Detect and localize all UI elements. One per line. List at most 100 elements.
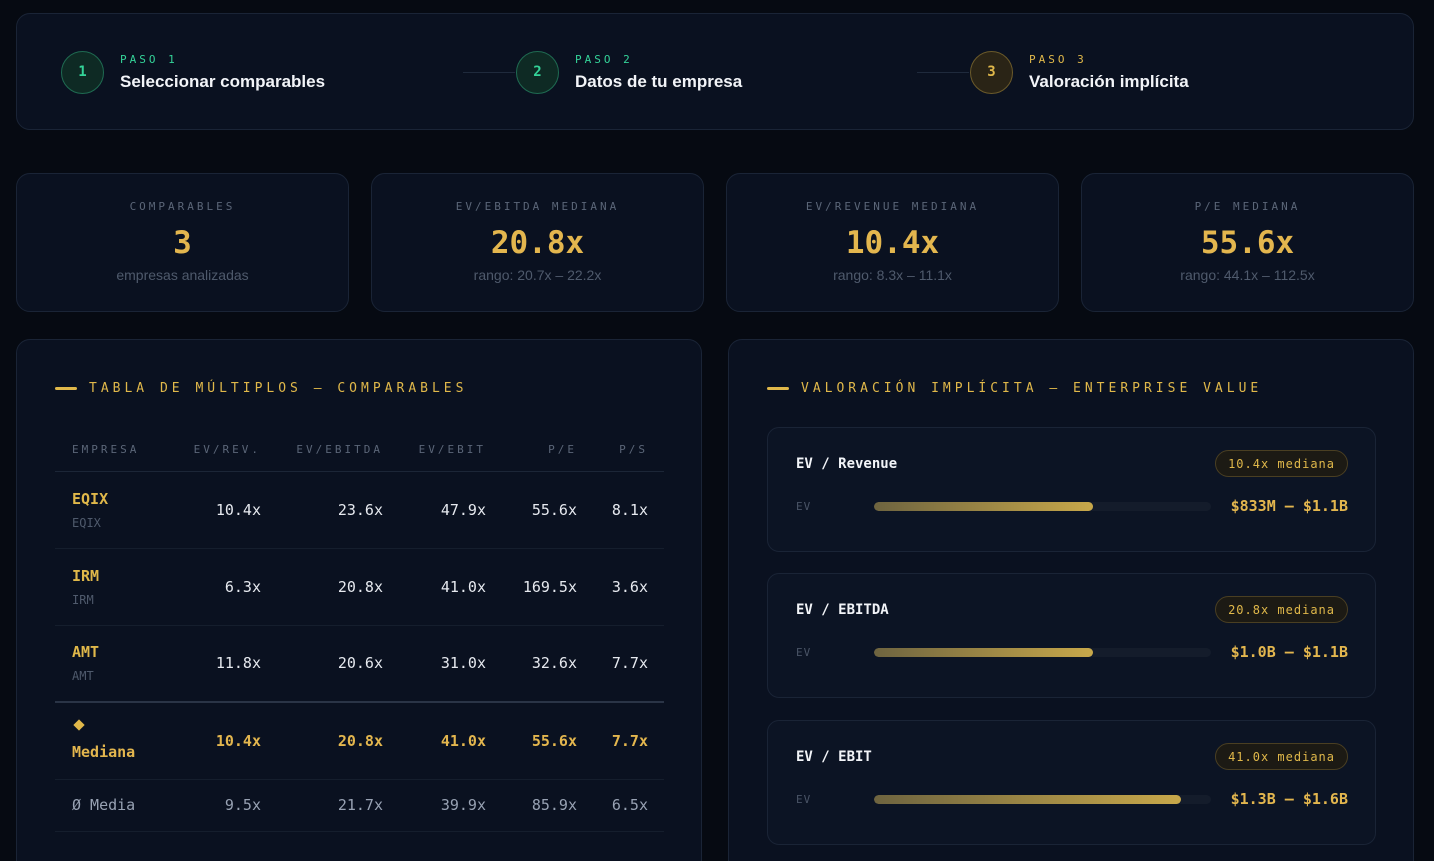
company-ticker: EQIX — [72, 489, 109, 508]
diamond-icon — [73, 719, 85, 731]
cell-ev-ebit: 31.0x — [399, 625, 502, 703]
table-row[interactable]: IRM IRM 6.3x 20.8x 41.0x 169.5x 3.6x — [55, 548, 664, 626]
col-header-empresa[interactable]: EMPRESA — [55, 429, 177, 472]
step-1-label: PASO 1 — [120, 52, 178, 66]
step-connector — [917, 72, 969, 73]
col-header-ev-rev[interactable]: EV/REV. — [177, 429, 277, 472]
multiples-table-card: TABLA DE MÚLTIPLOS — COMPARABLES EMPRESA… — [16, 339, 702, 861]
median-row: Mediana 10.4x 20.8x 41.0x 55.6x 7.7x — [55, 701, 664, 780]
cell-pe: 55.6x — [502, 471, 593, 549]
stat-card-pe: P/E MEDIANA 55.6x rango: 44.1x – 112.5x — [1081, 173, 1414, 312]
median-pe: 55.6x — [502, 701, 593, 780]
ev-range-bar — [874, 795, 1211, 804]
step-3[interactable]: 3 PASO 3 Valoración implícita — [970, 50, 1189, 94]
valuation-method: EV / EBIT — [796, 749, 872, 765]
cell-ev-ebitda: 23.6x — [277, 471, 399, 549]
cell-pe: 32.6x — [502, 625, 593, 703]
cell-ps: 3.6x — [593, 548, 664, 626]
ev-range-value: $833M – $1.1B — [1230, 497, 1348, 515]
valuation-title: VALORACIÓN IMPLÍCITA — ENTERPRISE VALUE — [801, 381, 1263, 396]
cell-ev-ebitda: 20.6x — [277, 625, 399, 703]
valuation-method: EV / EBITDA — [796, 602, 889, 618]
cell-ev-ebit: 47.9x — [399, 471, 502, 549]
step-2-label: PASO 2 — [575, 52, 633, 66]
valuation-card: VALORACIÓN IMPLÍCITA — ENTERPRISE VALUE … — [728, 339, 1414, 861]
cell-ev-ebitda: 20.8x — [277, 548, 399, 626]
median-ev-rev: 10.4x — [177, 701, 277, 780]
stat-label: EV/REVENUE MEDIANA — [805, 200, 980, 213]
stat-card-comparables: COMPARABLES 3 empresas analizadas — [16, 173, 349, 312]
median-badge: 41.0x mediana — [1215, 743, 1348, 770]
cell-ev-ebit: 41.0x — [399, 548, 502, 626]
table-header-row: EMPRESA EV/REV. EV/EBITDA EV/EBIT P/E P/… — [55, 429, 664, 472]
col-header-ev-ebitda[interactable]: EV/EBITDA — [277, 429, 399, 472]
section-title: TABLA DE MÚLTIPLOS — COMPARABLES — [55, 381, 467, 396]
section-title: VALORACIÓN IMPLÍCITA — ENTERPRISE VALUE — [767, 381, 1262, 396]
mean-label: Ø Media — [55, 779, 177, 832]
company-sub: EQIX — [72, 515, 101, 530]
multiples-table: EMPRESA EV/REV. EV/EBITDA EV/EBIT P/E P/… — [55, 429, 664, 832]
company-ticker: AMT — [72, 643, 100, 662]
valuation-method: EV / Revenue — [796, 456, 898, 472]
step-2[interactable]: 2 PASO 2 Datos de tu empresa — [516, 50, 742, 94]
col-header-ps[interactable]: P/S — [593, 429, 664, 472]
title-dash-icon — [767, 387, 789, 390]
ev-range-value: $1.0B – $1.1B — [1230, 643, 1348, 661]
cell-ps: 7.7x — [593, 625, 664, 703]
col-header-pe[interactable]: P/E — [502, 429, 593, 472]
step-3-title: Valoración implícita — [1029, 71, 1189, 91]
title-dash-icon — [55, 387, 77, 390]
step-1[interactable]: 1 PASO 1 Seleccionar comparables — [61, 50, 325, 94]
median-badge: 10.4x mediana — [1215, 450, 1348, 477]
ev-range-value: $1.3B – $1.6B — [1230, 790, 1348, 808]
stat-sub: rango: 8.3x – 11.1x — [833, 267, 952, 283]
cell-pe: 169.5x — [502, 548, 593, 626]
step-connector — [463, 72, 515, 73]
stat-label: COMPARABLES — [129, 200, 236, 213]
step-3-label: PASO 3 — [1029, 52, 1087, 66]
cell-ev-rev: 10.4x — [177, 471, 277, 549]
valuation-item-ev-revenue: EV / Revenue 10.4x mediana EV $833M – $1… — [767, 427, 1376, 552]
step-1-title: Seleccionar comparables — [120, 71, 326, 91]
company-ticker: IRM — [72, 566, 100, 585]
col-header-ev-ebit[interactable]: EV/EBIT — [399, 429, 502, 472]
stat-sub: rango: 44.1x – 112.5x — [1180, 267, 1315, 283]
ev-range-fill — [874, 795, 1181, 804]
mean-pe: 85.9x — [502, 779, 593, 832]
mean-ev-ebitda: 21.7x — [277, 779, 399, 832]
ev-range-fill — [874, 502, 1094, 511]
stat-value: 10.4x — [845, 225, 940, 261]
valuation-item-ev-ebit: EV / EBIT 41.0x mediana EV $1.3B – $1.6B — [767, 720, 1376, 845]
company-sub: IRM — [72, 592, 94, 607]
ev-label: EV — [796, 646, 812, 659]
cell-ev-rev: 6.3x — [177, 548, 277, 626]
stepper: 1 PASO 1 Seleccionar comparables 2 PASO … — [16, 13, 1414, 130]
median-label: Mediana — [72, 742, 136, 761]
stat-label: P/E MEDIANA — [1194, 200, 1301, 213]
median-ps: 7.7x — [593, 701, 664, 780]
mean-ev-ebit: 39.9x — [399, 779, 502, 832]
mean-row: Ø Media 9.5x 21.7x 39.9x 85.9x 6.5x — [55, 779, 664, 832]
ev-range-fill — [874, 648, 1094, 657]
stat-sub: rango: 20.7x – 22.2x — [473, 267, 602, 283]
stat-card-ev-revenue: EV/REVENUE MEDIANA 10.4x rango: 8.3x – 1… — [726, 173, 1059, 312]
step-2-number: 2 — [516, 50, 559, 94]
step-1-number: 1 — [61, 50, 104, 94]
cell-ev-rev: 11.8x — [177, 625, 277, 703]
mean-ev-rev: 9.5x — [177, 779, 277, 832]
table-title: TABLA DE MÚLTIPLOS — COMPARABLES — [89, 381, 468, 396]
stat-value: 3 — [173, 225, 192, 261]
table-row[interactable]: EQIX EQIX 10.4x 23.6x 47.9x 55.6x 8.1x — [55, 471, 664, 549]
ev-range-bar — [874, 648, 1211, 657]
median-ev-ebit: 41.0x — [399, 701, 502, 780]
valuation-item-ev-ebitda: EV / EBITDA 20.8x mediana EV $1.0B – $1.… — [767, 573, 1376, 698]
stat-card-ev-ebitda: EV/EBITDA MEDIANA 20.8x rango: 20.7x – 2… — [371, 173, 704, 312]
step-2-title: Datos de tu empresa — [575, 71, 743, 91]
table-row[interactable]: AMT AMT 11.8x 20.6x 31.0x 32.6x 7.7x — [55, 625, 664, 703]
stat-sub: empresas analizadas — [116, 267, 249, 283]
median-badge: 20.8x mediana — [1215, 596, 1348, 623]
step-3-number: 3 — [970, 50, 1013, 94]
cell-ps: 8.1x — [593, 471, 664, 549]
ev-label: EV — [796, 793, 812, 806]
ev-range-bar — [874, 502, 1211, 511]
